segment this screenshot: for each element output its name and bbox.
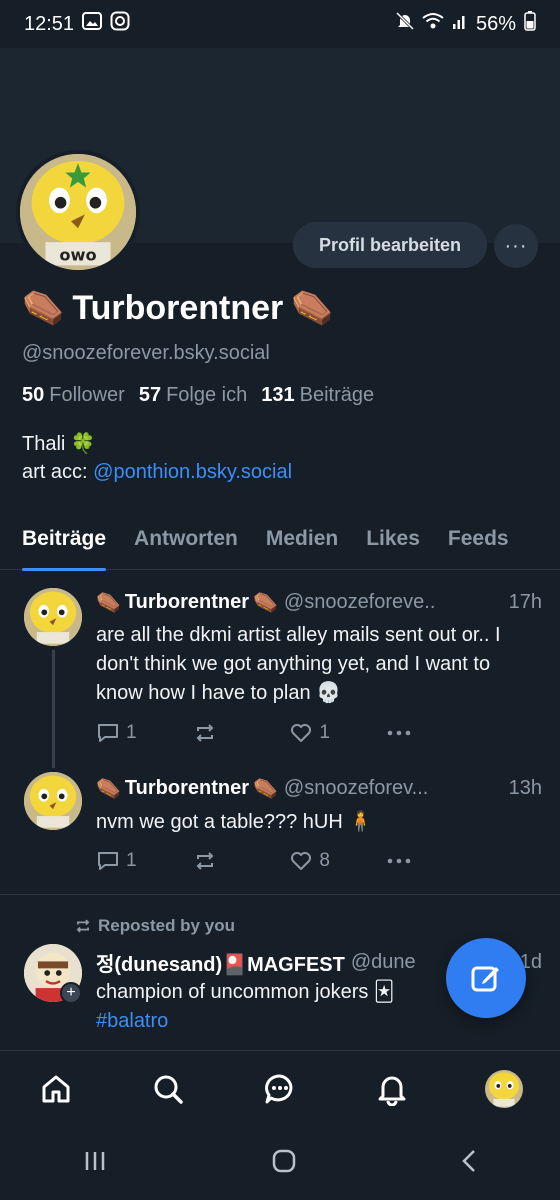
profile-stats: 50 Follower 57 Folge ich 131 Beiträge <box>22 384 374 407</box>
post-author-avatar[interactable] <box>24 772 82 830</box>
tab-posts[interactable]: Beiträge <box>22 508 107 571</box>
wifi-icon <box>422 12 444 36</box>
repost-button[interactable] <box>193 722 273 744</box>
bell-icon[interactable] <box>362 1059 422 1119</box>
post-author-handle: @snoozeforev... <box>283 777 429 799</box>
post-header: ⚰️ Turborentner ⚰️ @snoozeforeve.. 17h <box>96 590 542 615</box>
battery-text: 56% <box>475 12 516 35</box>
profile-avatar[interactable] <box>474 1059 534 1119</box>
profile-tabs: Beiträge Antworten Medien Likes Feeds <box>0 508 560 571</box>
bio-line: art acc: @ponthion.bsky.social <box>22 461 293 483</box>
post-more-button[interactable] <box>386 729 466 737</box>
more-icon <box>387 730 411 736</box>
repost-icon <box>196 852 214 870</box>
post-more-button[interactable] <box>386 857 466 865</box>
tab-likes[interactable]: Likes <box>366 508 420 570</box>
post-timestamp[interactable]: 17h <box>509 591 542 614</box>
profile-avatar[interactable]: owo <box>16 150 140 274</box>
post-actions: 1 8 <box>96 850 466 872</box>
instagram-icon <box>110 11 130 37</box>
like-button[interactable]: 8 <box>289 850 369 872</box>
post-author-name[interactable]: 정(dunesand)🎴MAGFEST <box>96 948 345 977</box>
tab-replies[interactable]: Antworten <box>134 508 238 570</box>
posts-stat: 131 Beiträge <box>261 384 375 406</box>
display-name: ⚰️ Turborentner ⚰️ <box>22 288 334 328</box>
bio-line: Thali 🍀 <box>22 433 96 455</box>
post-author-name[interactable]: ⚰️ Turborentner ⚰️ <box>96 590 278 615</box>
like-button[interactable]: 1 <box>289 722 369 744</box>
chat-icon[interactable] <box>250 1059 310 1119</box>
edit-profile-button[interactable]: Profil bearbeiten <box>293 222 487 268</box>
repost-button[interactable] <box>193 850 273 872</box>
compose-icon <box>471 966 499 992</box>
status-bar: 12:51 56% <box>0 0 560 48</box>
post-divider <box>0 894 560 895</box>
tab-feeds[interactable]: Feeds <box>448 508 509 570</box>
reply-button[interactable]: 1 <box>96 722 176 744</box>
post-author-name[interactable]: ⚰️ Turborentner ⚰️ <box>96 776 278 801</box>
post-actions: 1 1 <box>96 722 466 744</box>
reply-button[interactable]: 1 <box>96 850 176 872</box>
profile-bio: Thali 🍀 art acc: @ponthion.bsky.social <box>22 430 292 486</box>
reply-icon <box>98 724 118 742</box>
more-options-button[interactable]: ··· <box>494 224 538 268</box>
bottom-navigation <box>0 1050 560 1126</box>
post-timestamp[interactable]: 13h <box>509 777 542 800</box>
post-text: nvm we got a table??? hUH 🧍 <box>96 811 374 833</box>
svg-text:owo: owo <box>59 246 96 265</box>
thread-line <box>52 650 55 768</box>
system-navigation <box>0 1126 560 1200</box>
repost-icon <box>196 724 214 742</box>
following-stat[interactable]: 57 Folge ich <box>139 384 247 407</box>
post-author-avatar[interactable] <box>24 588 82 646</box>
signal-icon <box>452 12 468 36</box>
reply-icon <box>98 852 118 870</box>
heart-icon <box>291 724 312 742</box>
compose-button[interactable] <box>446 938 526 1018</box>
bio-link[interactable]: @ponthion.bsky.social <box>93 461 292 483</box>
repost-indicator: Reposted by you <box>74 916 235 936</box>
followers-stat[interactable]: 50 Follower <box>22 384 125 407</box>
battery-icon <box>524 11 536 37</box>
post-author-handle: @snoozeforeve.. <box>283 591 436 613</box>
more-icon <box>387 858 411 864</box>
tab-media[interactable]: Medien <box>266 508 338 570</box>
post-header: ⚰️ Turborentner ⚰️ @snoozeforev... 13h <box>96 776 542 801</box>
heart-icon <box>291 852 312 870</box>
image-icon <box>82 12 103 36</box>
coffin-emoji: ⚰️ <box>22 289 65 327</box>
follow-plus-badge[interactable]: + <box>60 982 82 1004</box>
back-icon[interactable] <box>461 1149 477 1178</box>
status-time: 12:51 <box>24 12 75 35</box>
mute-icon <box>395 11 415 37</box>
home-icon[interactable] <box>26 1059 86 1119</box>
post-text: are all the dkmi artist alley mails sent… <box>96 624 501 704</box>
home-button-icon[interactable] <box>272 1149 296 1178</box>
recent-apps-icon[interactable] <box>83 1150 107 1177</box>
coffin-emoji: ⚰️ <box>291 289 334 327</box>
repost-icon <box>76 919 90 933</box>
search-icon[interactable] <box>138 1059 198 1119</box>
profile-handle: @snoozeforever.bsky.social <box>22 342 270 364</box>
display-name-text: Turborentner <box>72 288 284 327</box>
